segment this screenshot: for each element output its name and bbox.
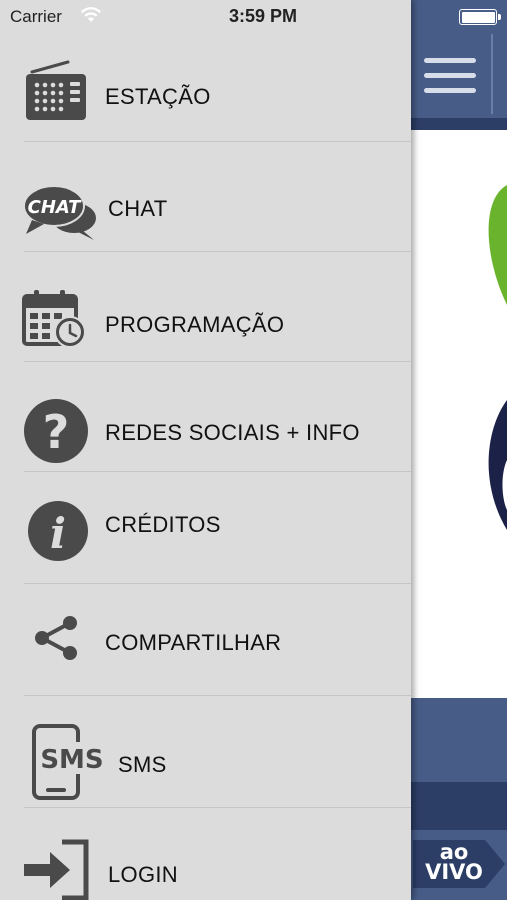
menu-item-label: REDES SOCIAIS + INFO — [105, 420, 360, 445]
battery-tip — [498, 14, 501, 20]
menu-divider — [24, 695, 411, 696]
svg-text:SMS: SMS — [40, 745, 103, 775]
app-logo-area — [410, 130, 507, 698]
menu-item-label: CRÉDITOS — [105, 512, 221, 537]
app-top-bar-shadow — [410, 118, 507, 130]
menu-item-label: CHAT — [108, 196, 168, 221]
menu-item-label: LOGIN — [108, 862, 178, 887]
clock-label: 3:59 PM — [228, 6, 298, 26]
menu-item-label: PROGRAMAÇÃO — [105, 312, 285, 337]
live-badge-label: ao VIVO — [425, 840, 483, 884]
menu-item-label: COMPARTILHAR — [105, 630, 282, 655]
side-drawer-menu: ESTAÇÃO CHAT CHAT PROGRAMAÇÃO ? REDES SO… — [0, 0, 411, 900]
menu-item-label: SMS — [118, 752, 167, 777]
menu-item-sms[interactable]: SMS SMS — [0, 698, 411, 808]
app-bottom-bar — [410, 698, 507, 782]
battery-icon — [459, 9, 497, 25]
question-icon: ? — [24, 399, 88, 463]
status-bar: Carrier 3:59 PM — [0, 0, 507, 34]
menu-divider — [24, 583, 411, 584]
svg-text:?: ? — [43, 405, 70, 459]
wifi-icon — [81, 7, 101, 22]
chat-icon: CHAT — [23, 185, 96, 240]
menu-item-programacao[interactable]: PROGRAMAÇÃO — [0, 252, 411, 362]
sms-phone-icon: SMS — [32, 724, 104, 800]
menu-item-chat[interactable]: CHAT CHAT — [0, 142, 411, 252]
svg-text:CHAT: CHAT — [28, 197, 82, 218]
toolbar-divider — [491, 34, 493, 114]
menu-item-redes-sociais[interactable]: ? REDES SOCIAIS + INFO — [0, 362, 411, 472]
svg-text:i: i — [50, 509, 66, 558]
station-logo-icon — [488, 185, 507, 530]
menu-item-compartilhar[interactable]: COMPARTILHAR — [0, 586, 411, 696]
menu-divider — [24, 471, 411, 472]
carrier-label: Carrier — [10, 7, 62, 26]
menu-item-login[interactable]: LOGIN — [0, 808, 411, 900]
app-bottom-strip — [410, 782, 507, 830]
calendar-clock-icon — [22, 290, 86, 348]
radio-icon — [26, 60, 86, 120]
info-icon: i — [28, 501, 88, 561]
menu-item-label: ESTAÇÃO — [105, 84, 211, 109]
menu-item-estacao[interactable]: ESTAÇÃO — [0, 32, 411, 142]
hamburger-menu-icon[interactable] — [424, 58, 476, 100]
share-icon — [35, 616, 77, 660]
menu-item-creditos[interactable]: i CRÉDITOS — [0, 474, 411, 584]
login-icon — [24, 839, 89, 900]
